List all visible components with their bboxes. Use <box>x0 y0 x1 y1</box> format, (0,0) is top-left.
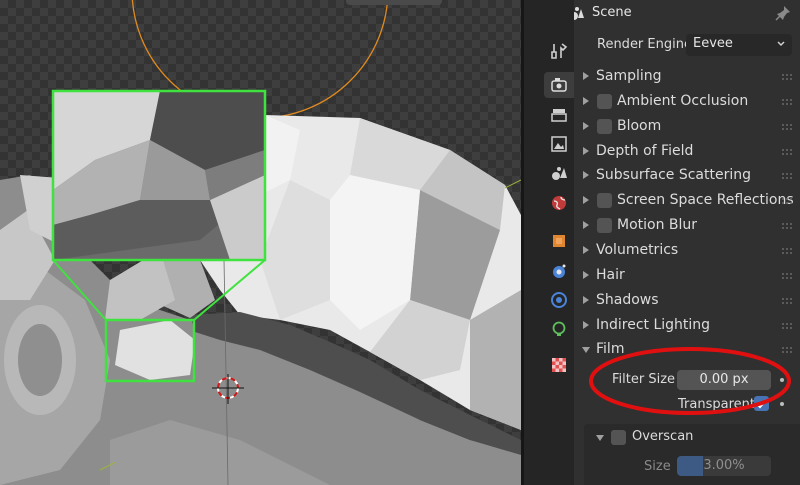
panel-title: Depth of Field <box>596 142 694 159</box>
expand-triangle-right-icon <box>583 72 589 80</box>
chevron-down-icon <box>777 41 785 47</box>
view-layer-icon <box>551 136 567 152</box>
3d-viewport[interactable] <box>0 0 521 485</box>
expand-triangle-right-icon <box>583 146 589 155</box>
drag-handle-icon[interactable] <box>782 223 794 230</box>
expand-triangle-right-icon <box>583 270 589 279</box>
world-tab[interactable] <box>544 190 574 216</box>
panel-title: Ambient Occlusion <box>617 92 749 109</box>
drag-handle-icon[interactable] <box>782 297 794 304</box>
panel-bloom[interactable]: Bloom <box>574 115 800 140</box>
pin-icon[interactable] <box>774 4 792 22</box>
expand-triangle-right-icon <box>583 320 589 329</box>
particles-tab[interactable] <box>544 287 574 313</box>
expand-triangle-right-icon <box>583 196 589 205</box>
expand-triangle-icon <box>596 435 604 441</box>
particles-icon <box>551 292 567 308</box>
viewport-header-edge <box>346 0 442 5</box>
overscan-header[interactable]: Overscan <box>588 426 800 451</box>
expand-triangle-right-icon <box>583 121 589 130</box>
panel-screen-space-reflections[interactable]: Screen Space Reflections <box>574 189 800 214</box>
scene-icon <box>574 4 586 22</box>
context-title: Scene <box>592 5 632 20</box>
drag-handle-icon[interactable] <box>782 98 794 105</box>
modifier-tab[interactable] <box>544 258 574 284</box>
physics-tab[interactable] <box>544 316 574 342</box>
render-engine-label: Render Engine <box>597 37 692 52</box>
ambient-occlusion-checkbox[interactable] <box>597 93 612 109</box>
render-icon <box>551 78 567 92</box>
output-icon <box>551 109 567 122</box>
size-label: Size <box>644 459 671 474</box>
drag-handle-icon[interactable] <box>782 123 794 130</box>
modifier-icon <box>553 264 566 278</box>
drag-handle-icon[interactable] <box>782 173 794 180</box>
expand-triangle-right-icon <box>583 295 589 304</box>
panel-title: Motion Blur <box>617 217 698 234</box>
scene-render <box>0 0 521 485</box>
panel-ambient-occlusion[interactable]: Ambient Occlusion <box>574 90 800 115</box>
screen-space-reflections-checkbox[interactable] <box>597 193 612 209</box>
physics-icon <box>552 321 566 336</box>
panel-title: Sampling <box>596 68 662 84</box>
panel-title: Subsurface Scattering <box>596 167 751 184</box>
panel-title: Volumetrics <box>596 241 679 258</box>
texture-icon <box>552 358 566 372</box>
overscan-size-slider[interactable]: 3.00% <box>677 456 771 476</box>
render-engine-value: Eevee <box>693 36 733 51</box>
overscan-checkbox[interactable] <box>611 430 626 445</box>
size-value: 3.00% <box>703 458 745 473</box>
drag-handle-icon[interactable] <box>782 74 794 80</box>
render-engine-dropdown[interactable]: Eevee <box>686 34 792 56</box>
view-layer-tab[interactable] <box>544 131 574 157</box>
panel-shadows[interactable]: Shadows <box>574 289 800 314</box>
panel-volumetrics[interactable]: Volumetrics <box>574 239 800 264</box>
panel-title: Screen Space Reflections <box>617 192 794 209</box>
scene-icon <box>552 167 567 180</box>
motion-blur-checkbox[interactable] <box>597 218 612 234</box>
panel-indirect-lighting[interactable]: Indirect Lighting <box>574 314 800 339</box>
expand-triangle-right-icon <box>583 171 589 180</box>
texture-tab[interactable] <box>544 352 574 378</box>
render-tab[interactable] <box>544 72 574 98</box>
panel-title: Hair <box>596 266 625 283</box>
panel-depth-of-field[interactable]: Depth of Field <box>574 140 800 165</box>
properties-tab-strip <box>524 0 574 485</box>
red-annotation-ellipse <box>589 347 791 415</box>
object-tab[interactable] <box>544 228 574 254</box>
expand-triangle-right-icon <box>583 245 589 254</box>
bloom-checkbox[interactable] <box>597 118 612 134</box>
panel-sampling[interactable]: Sampling <box>574 65 800 90</box>
drag-handle-icon[interactable] <box>782 322 794 329</box>
output-tab[interactable] <box>544 102 574 128</box>
object-icon <box>553 235 565 247</box>
tool-icon <box>551 43 568 59</box>
panel-hair[interactable]: Hair <box>574 264 800 289</box>
drag-handle-icon[interactable] <box>782 148 794 155</box>
expand-triangle-right-icon <box>583 96 589 105</box>
panel-title: Indirect Lighting <box>596 316 711 333</box>
scene-tab[interactable] <box>544 160 574 186</box>
world-icon <box>552 196 566 210</box>
drag-handle-icon[interactable] <box>782 198 794 205</box>
slider-fill <box>677 456 703 476</box>
drag-handle-icon[interactable] <box>782 247 794 254</box>
overscan-label: Overscan <box>632 429 694 444</box>
panel-subsurface-scattering[interactable]: Subsurface Scattering <box>574 164 800 189</box>
expand-triangle-right-icon <box>583 221 589 230</box>
tool-tab[interactable] <box>544 38 574 64</box>
properties-header: Scene <box>574 0 800 28</box>
drag-handle-icon[interactable] <box>782 272 794 279</box>
magnified-inset <box>51 89 267 262</box>
panel-motion-blur[interactable]: Motion Blur <box>574 214 800 239</box>
panel-title: Bloom <box>617 117 662 134</box>
panel-title: Shadows <box>596 291 659 308</box>
